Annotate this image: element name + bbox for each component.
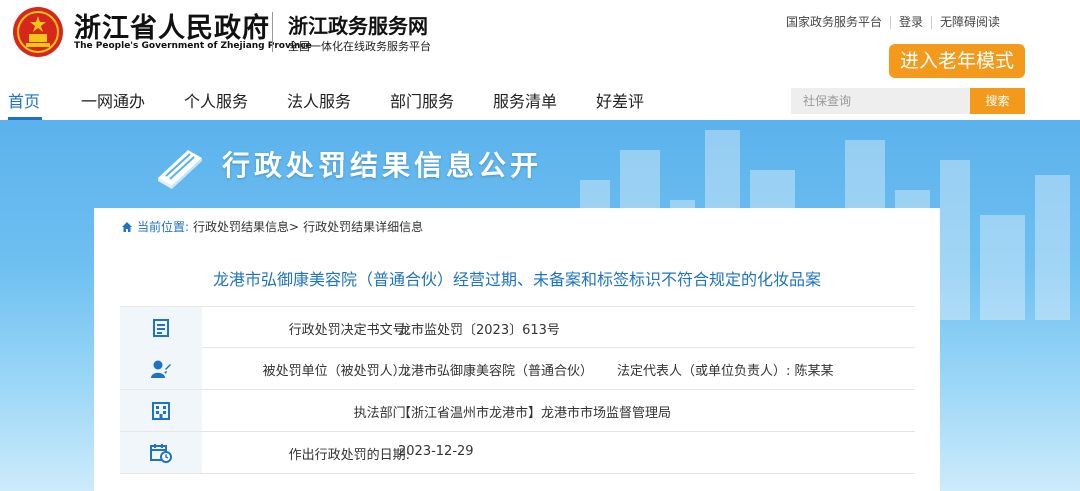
gov-name-cn[interactable]: 浙江省人民政府 [74,6,270,45]
nav-item-personal[interactable]: 个人服务 [184,88,248,112]
legal-representative-label: 法定代表人（或单位负责人）: [617,364,791,379]
home-icon [122,221,132,232]
breadcrumb: 当前位置: 行政处罚结果信息> 行政处罚结果详细信息 [121,218,423,235]
decision-date-label: 作出行政处罚的日期: [288,448,410,463]
person-icon [151,360,171,378]
nav-item-one-stop[interactable]: 一网通办 [81,88,145,112]
enforcement-dept-value: 【浙江省温州市龙港市】龙港市市场监督管理局 [398,406,672,421]
login-link[interactable]: 登录 [891,16,932,29]
detail-card: 当前位置: 行政处罚结果信息> 行政处罚结果详细信息 龙港市弘御康美容院（普通合… [94,208,940,491]
penalized-party-value: 龙港市弘御康美容院（普通合伙） [398,364,594,379]
table-row: 作出行政处罚的日期: 2023-12-29 [120,432,915,474]
breadcrumb-item-list[interactable]: 行政处罚结果信息> [193,218,299,235]
nav-item-rating[interactable]: 好差评 [596,88,644,112]
decision-number-value: 龙市监处罚〔2023〕613号 [398,323,560,338]
banner-title: 行政处罚结果信息公开 [222,149,543,182]
search-input[interactable] [791,88,971,114]
service-name[interactable]: 浙江政务服务网 [288,10,428,39]
nav-item-departments[interactable]: 部门服务 [390,88,454,112]
calendar-icon [150,443,172,463]
decision-date-value: 2023-12-29 [398,444,474,459]
national-emblem-icon [13,7,63,57]
elder-mode-button[interactable]: 进入老年模式 [889,44,1025,78]
gov-name-en: The People's Government of Zhejiang Prov… [74,41,312,51]
case-detail-table: 行政处罚决定书文号: 龙市监处罚〔2023〕613号 被处罚单位（被处罚人）: … [120,306,915,474]
nav-item-corporate[interactable]: 法人服务 [287,88,351,112]
header-divider [272,12,273,52]
nav-item-home[interactable]: 首页 [8,88,40,112]
document-icon [153,318,169,337]
breadcrumb-prefix: 当前位置: [137,220,190,234]
table-row: 被处罚单位（被处罚人）: 龙港市弘御康美容院（普通合伙） 法定代表人（或单位负责… [120,348,915,390]
site-header: 浙江省人民政府 The People's Government of Zheji… [0,0,1080,78]
legal-representative-value: 陈某某 [794,364,834,379]
table-row: 执法部门: 【浙江省温州市龙港市】龙港市市场监督管理局 [120,390,915,432]
breadcrumb-item-detail: 行政处罚结果详细信息 [303,220,424,234]
decision-number-label: 行政处罚决定书文号: [288,323,410,338]
book-icon [158,150,202,189]
national-platform-link[interactable]: 国家政务服务平台 [778,16,891,29]
service-subtitle: 全国一体化在线政务服务平台 [288,40,431,53]
case-title: 龙港市弘御康美容院（普通合伙）经营过期、未备案和标签标识不符合规定的化妆品案 [212,270,821,289]
top-links: 国家政务服务平台 登录 无障碍阅读 [778,16,1008,29]
table-row: 行政处罚决定书文号: 龙市监处罚〔2023〕613号 [120,306,915,348]
building-icon [152,401,170,420]
search-button[interactable]: 搜索 [970,88,1025,114]
accessibility-link[interactable]: 无障碍阅读 [932,16,1008,29]
penalized-party-label: 被处罚单位（被处罚人）: [262,364,410,379]
nav-item-service-list[interactable]: 服务清单 [493,88,557,112]
